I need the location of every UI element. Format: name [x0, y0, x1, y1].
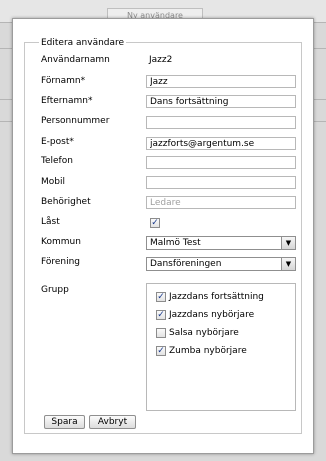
grupp-label: Grupp	[41, 285, 69, 295]
last-checkbox[interactable]: ✓	[150, 218, 160, 228]
telefon-field[interactable]	[146, 156, 296, 169]
username-value: Jazz2	[149, 55, 173, 65]
email-label: E-post*	[41, 137, 74, 147]
chevron-down-icon[interactable]: ▼	[281, 258, 295, 270]
lastname-field[interactable]	[146, 95, 296, 108]
grupp-list: ✓ Jazzdans fortsättning ✓ Jazzdans nybör…	[146, 283, 296, 411]
firstname-field[interactable]	[146, 75, 296, 88]
save-button[interactable]: Spara	[44, 415, 85, 429]
mobil-label: Mobil	[41, 177, 65, 187]
kommun-label: Kommun	[41, 237, 81, 247]
forening-label: Förening	[41, 257, 81, 267]
grupp-item-label: Jazzdans nybörjare	[169, 310, 255, 320]
username-label: Användarnamn	[41, 55, 110, 65]
grupp-item-label: Salsa nybörjare	[169, 328, 239, 338]
grupp-item-label: Jazzdans fortsättning	[169, 292, 264, 302]
behorighet-field	[146, 196, 296, 209]
mobil-field[interactable]	[146, 176, 296, 189]
forening-selected-value: Dansföreningen	[150, 259, 222, 269]
forening-select[interactable]: Dansföreningen ▼	[146, 257, 296, 271]
fieldset-legend: Editera användare	[39, 38, 127, 48]
lastname-label: Efternamn*	[41, 96, 93, 106]
grupp-checkbox[interactable]: ✓	[156, 346, 166, 356]
behorighet-label: Behörighet	[41, 197, 91, 207]
personnummer-field[interactable]	[146, 116, 296, 129]
personnummer-label: Personnummer	[41, 116, 110, 126]
cancel-button[interactable]: Avbryt	[89, 415, 136, 429]
email-field[interactable]	[146, 137, 296, 150]
kommun-selected-value: Malmö Test	[150, 238, 201, 248]
grupp-checkbox[interactable]: ✓	[156, 292, 166, 302]
firstname-label: Förnamn*	[41, 76, 86, 86]
grupp-checkbox[interactable]	[156, 328, 166, 338]
chevron-down-icon[interactable]: ▼	[281, 237, 295, 249]
grupp-checkbox[interactable]: ✓	[156, 310, 166, 320]
kommun-select[interactable]: Malmö Test ▼	[146, 236, 296, 250]
grupp-item-label: Zumba nybörjare	[169, 346, 247, 356]
telefon-label: Telefon	[41, 156, 73, 166]
last-label: Låst	[41, 217, 60, 227]
